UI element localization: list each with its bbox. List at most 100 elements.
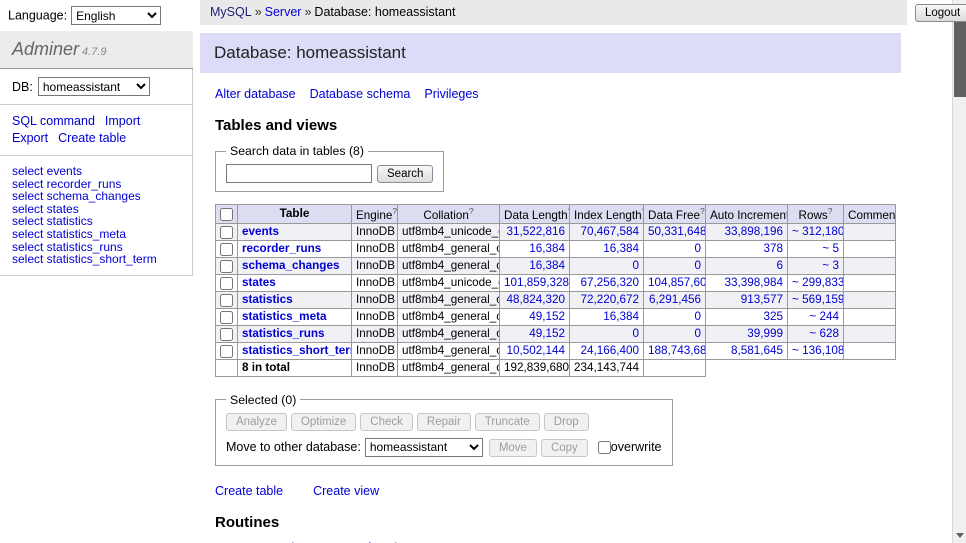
cell-rows[interactable]: ~ 244 bbox=[788, 308, 844, 325]
copy-button[interactable]: Copy bbox=[541, 439, 588, 457]
cell-data-free[interactable]: 50,331,648 bbox=[644, 223, 706, 240]
cell-rows[interactable]: ~ 299,833 bbox=[788, 274, 844, 291]
sql-command-link[interactable]: SQL command bbox=[12, 114, 95, 128]
cell-auto-increment[interactable]: 39,999 bbox=[706, 325, 788, 342]
privileges-link[interactable]: Privileges bbox=[424, 87, 478, 101]
cell-auto-increment[interactable]: 325 bbox=[706, 308, 788, 325]
cell-index-length[interactable]: 16,384 bbox=[570, 308, 644, 325]
search-input[interactable] bbox=[226, 164, 372, 183]
cell-index-length[interactable]: 24,166,400 bbox=[570, 342, 644, 359]
adminer-page: Language:English Logout MySQL»Server»Dat… bbox=[0, 0, 966, 543]
table-link-statistics_short_term[interactable]: statistics_short_term bbox=[242, 344, 352, 357]
table-link-statistics_runs[interactable]: statistics_runs bbox=[242, 327, 325, 340]
cell-rows[interactable]: ~ 312,180 bbox=[788, 223, 844, 240]
row-checkbox-schema_changes[interactable] bbox=[220, 260, 233, 273]
table-link-statistics[interactable]: statistics bbox=[242, 293, 293, 306]
cell-data-free[interactable]: 0 bbox=[644, 308, 706, 325]
table-link-states[interactable]: states bbox=[242, 276, 276, 289]
sidebar-create-table-link[interactable]: Create table bbox=[58, 131, 126, 145]
scroll-down-arrow[interactable] bbox=[953, 528, 966, 543]
analyze-button[interactable]: Analyze bbox=[226, 413, 287, 431]
overwrite-checkbox[interactable] bbox=[598, 441, 611, 454]
export-link[interactable]: Export bbox=[12, 131, 48, 145]
cell-rows[interactable]: ~ 5 bbox=[788, 240, 844, 257]
sidebar-item-select-events[interactable]: select events bbox=[12, 165, 180, 178]
table-link-events[interactable]: events bbox=[242, 225, 279, 238]
cell-index-length[interactable]: 70,467,584 bbox=[570, 223, 644, 240]
row-checkbox-statistics_short_term[interactable] bbox=[220, 345, 233, 358]
cell-data-free[interactable]: 0 bbox=[644, 257, 706, 274]
vertical-scrollbar[interactable] bbox=[952, 0, 966, 543]
search-button[interactable]: Search bbox=[377, 165, 433, 183]
sidebar-table-links: select eventsselect recorder_runsselect … bbox=[0, 156, 193, 276]
checkbox-cell bbox=[216, 240, 238, 257]
breadcrumb-separator: » bbox=[304, 5, 311, 19]
cell-data-free[interactable]: 0 bbox=[644, 325, 706, 342]
cell-data-free[interactable]: 188,743,680 bbox=[644, 342, 706, 359]
cell-auto-increment[interactable]: 33,898,196 bbox=[706, 223, 788, 240]
cell-auto-increment[interactable]: 378 bbox=[706, 240, 788, 257]
row-checkbox-statistics_runs[interactable] bbox=[220, 328, 233, 341]
database-schema-link[interactable]: Database schema bbox=[310, 87, 411, 101]
create-view-link[interactable]: Create view bbox=[313, 484, 379, 498]
cell-data-free[interactable]: 104,857,600 bbox=[644, 274, 706, 291]
select-all-checkbox[interactable] bbox=[220, 208, 233, 221]
cell-rows[interactable]: ~ 628 bbox=[788, 325, 844, 342]
breadcrumb-mysql-link[interactable]: MySQL bbox=[210, 5, 252, 19]
check-button[interactable]: Check bbox=[360, 413, 413, 431]
cell-index-length[interactable]: 0 bbox=[570, 325, 644, 342]
table-row-statistics_runs: statistics_runsInnoDButf8mb4_general_ci4… bbox=[216, 325, 896, 342]
create-table-link[interactable]: Create table bbox=[215, 484, 283, 498]
alter-database-link[interactable]: Alter database bbox=[215, 87, 296, 101]
language-select[interactable]: English bbox=[71, 6, 161, 25]
cell-data-length[interactable]: 16,384 bbox=[500, 257, 570, 274]
cell-index-length[interactable]: 72,220,672 bbox=[570, 291, 644, 308]
column-header-table: Table bbox=[238, 205, 352, 224]
cell-data-length[interactable]: 16,384 bbox=[500, 240, 570, 257]
move-button[interactable]: Move bbox=[489, 439, 537, 457]
cell-engine: InnoDB bbox=[352, 274, 398, 291]
cell-rows[interactable]: ~ 136,108 bbox=[788, 342, 844, 359]
table-link-statistics_meta[interactable]: statistics_meta bbox=[242, 310, 326, 323]
row-checkbox-states[interactable] bbox=[220, 277, 233, 290]
cell-data-length[interactable]: 101,859,328 bbox=[500, 274, 570, 291]
cell-auto-increment[interactable]: 8,581,645 bbox=[706, 342, 788, 359]
repair-button[interactable]: Repair bbox=[417, 413, 471, 431]
scrollbar-thumb[interactable] bbox=[954, 17, 966, 97]
row-checkbox-recorder_runs[interactable] bbox=[220, 243, 233, 256]
table-link-recorder_runs[interactable]: recorder_runs bbox=[242, 242, 321, 255]
cell-auto-increment[interactable]: 6 bbox=[706, 257, 788, 274]
truncate-button[interactable]: Truncate bbox=[475, 413, 540, 431]
table-link-schema_changes[interactable]: schema_changes bbox=[242, 259, 339, 272]
cell-data-length[interactable]: 10,502,144 bbox=[500, 342, 570, 359]
cell-data-length[interactable]: 48,824,320 bbox=[500, 291, 570, 308]
row-checkbox-events[interactable] bbox=[220, 226, 233, 239]
cell-data-free[interactable]: 6,291,456 bbox=[644, 291, 706, 308]
move-db-select[interactable]: homeassistant bbox=[365, 438, 483, 457]
drop-button[interactable]: Drop bbox=[544, 413, 589, 431]
cell-rows[interactable]: ~ 3 bbox=[788, 257, 844, 274]
cell-data-length[interactable]: 31,522,816 bbox=[500, 223, 570, 240]
import-link[interactable]: Import bbox=[105, 114, 140, 128]
search-legend: Search data in tables (8) bbox=[226, 144, 368, 158]
sidebar-item-select-statistics_short_term[interactable]: select statistics_short_term bbox=[12, 253, 180, 266]
cell-engine: InnoDB bbox=[352, 223, 398, 240]
row-checkbox-statistics[interactable] bbox=[220, 294, 233, 307]
db-select[interactable]: homeassistant bbox=[38, 77, 150, 96]
row-checkbox-statistics_meta[interactable] bbox=[220, 311, 233, 324]
breadcrumb-server-link[interactable]: Server bbox=[265, 5, 302, 19]
logout-button[interactable]: Logout bbox=[915, 4, 966, 22]
cell-index-length[interactable]: 67,256,320 bbox=[570, 274, 644, 291]
optimize-button[interactable]: Optimize bbox=[291, 413, 356, 431]
cell-auto-increment[interactable]: 33,398,984 bbox=[706, 274, 788, 291]
cell-data-length[interactable]: 49,152 bbox=[500, 325, 570, 342]
cell-rows[interactable]: ~ 569,159 bbox=[788, 291, 844, 308]
sidebar-item-select-schema_changes[interactable]: select schema_changes bbox=[12, 190, 180, 203]
cell-index-length[interactable]: 16,384 bbox=[570, 240, 644, 257]
cell-data-free[interactable]: 0 bbox=[644, 240, 706, 257]
cell-auto-increment[interactable]: 913,577 bbox=[706, 291, 788, 308]
cell-data-length[interactable]: 49,152 bbox=[500, 308, 570, 325]
sidebar-item-select-statistics_meta[interactable]: select statistics_meta bbox=[12, 228, 180, 241]
page-title: Database: homeassistant bbox=[200, 33, 901, 73]
cell-index-length[interactable]: 0 bbox=[570, 257, 644, 274]
